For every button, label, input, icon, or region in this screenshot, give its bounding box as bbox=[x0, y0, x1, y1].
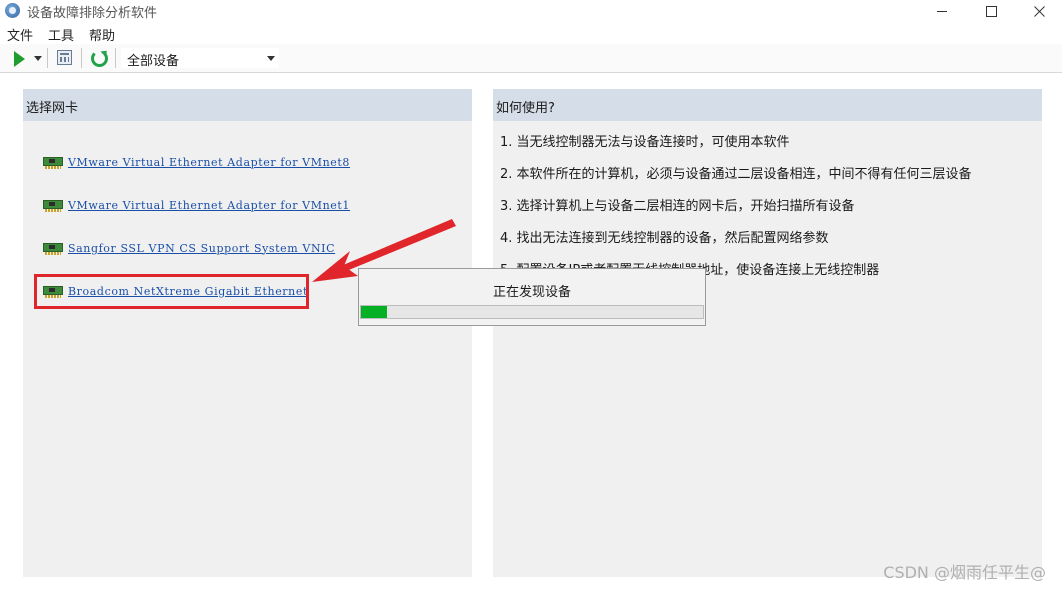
help-panel-title: 如何使用? bbox=[496, 101, 555, 116]
minimize-button[interactable] bbox=[919, 0, 965, 22]
toolbar-separator bbox=[81, 48, 82, 68]
network-card-icon bbox=[43, 156, 65, 169]
instruction-step: 3. 选择计算机上与设备二层相连的网卡后，开始扫描所有设备 bbox=[500, 199, 855, 214]
watermark: CSDN @烟雨任平生@ bbox=[883, 563, 1046, 582]
app-icon bbox=[5, 3, 20, 18]
progress-dialog: 正在发现设备 bbox=[358, 268, 706, 326]
adapter-item[interactable]: VMware Virtual Ethernet Adapter for VMne… bbox=[43, 196, 350, 214]
progress-message: 正在发现设备 bbox=[492, 285, 571, 300]
close-icon bbox=[1033, 5, 1045, 17]
window-title: 设备故障排除分析软件 bbox=[27, 6, 158, 21]
network-card-icon bbox=[43, 199, 65, 212]
close-button[interactable] bbox=[1016, 0, 1062, 22]
adapter-panel-title: 选择网卡 bbox=[26, 101, 79, 116]
calculator-icon[interactable] bbox=[57, 50, 72, 65]
help-panel-header: 如何使用? bbox=[493, 89, 1042, 121]
start-scan-button[interactable] bbox=[14, 51, 25, 67]
adapter-panel-header: 选择网卡 bbox=[23, 89, 472, 121]
menu-help[interactable]: 帮助 bbox=[82, 23, 123, 44]
instruction-step: 4. 找出无法连接到无线控制器的设备，然后配置网络参数 bbox=[500, 231, 829, 246]
network-card-icon bbox=[43, 242, 65, 255]
progress-bar-fill bbox=[361, 306, 387, 318]
minimize-icon bbox=[937, 10, 947, 12]
instruction-step: 1. 当无线控制器无法与设备连接时，可使用本软件 bbox=[500, 135, 790, 150]
maximize-button[interactable] bbox=[968, 0, 1014, 22]
menu-file[interactable]: 文件 bbox=[0, 23, 41, 44]
toolbar: 全部设备 bbox=[0, 44, 1062, 73]
toolbar-separator bbox=[47, 48, 48, 68]
adapter-item[interactable]: VMware Virtual Ethernet Adapter for VMne… bbox=[43, 153, 350, 171]
title-bar: 设备故障排除分析软件 bbox=[0, 0, 1062, 22]
adapter-link[interactable]: VMware Virtual Ethernet Adapter for VMne… bbox=[68, 199, 350, 212]
help-panel: 如何使用? 1. 当无线控制器无法与设备连接时，可使用本软件 2. 本软件所在的… bbox=[493, 89, 1042, 577]
adapter-item[interactable]: Sangfor SSL VPN CS Support System VNIC bbox=[43, 239, 335, 257]
chevron-down-icon bbox=[267, 56, 275, 61]
device-filter-select[interactable]: 全部设备 bbox=[121, 48, 279, 69]
instruction-step: 2. 本软件所在的计算机，必须与设备通过二层设备相连，中间不得有任何三层设备 bbox=[500, 167, 972, 182]
maximize-icon bbox=[985, 5, 997, 17]
menu-bar: 文件 工具 帮助 bbox=[0, 23, 123, 44]
device-filter-value: 全部设备 bbox=[127, 54, 180, 69]
adapter-link[interactable]: Sangfor SSL VPN CS Support System VNIC bbox=[68, 242, 335, 255]
toolbar-separator bbox=[115, 48, 116, 68]
refresh-icon[interactable] bbox=[91, 50, 108, 67]
adapter-panel: 选择网卡 VMware Virtual Ethernet Adapter for… bbox=[23, 89, 472, 577]
adapter-link[interactable]: VMware Virtual Ethernet Adapter for VMne… bbox=[68, 156, 350, 169]
highlight-box bbox=[34, 274, 309, 309]
progress-bar bbox=[360, 305, 704, 319]
menu-tools[interactable]: 工具 bbox=[41, 23, 82, 44]
start-scan-dropdown-icon[interactable] bbox=[34, 56, 42, 61]
